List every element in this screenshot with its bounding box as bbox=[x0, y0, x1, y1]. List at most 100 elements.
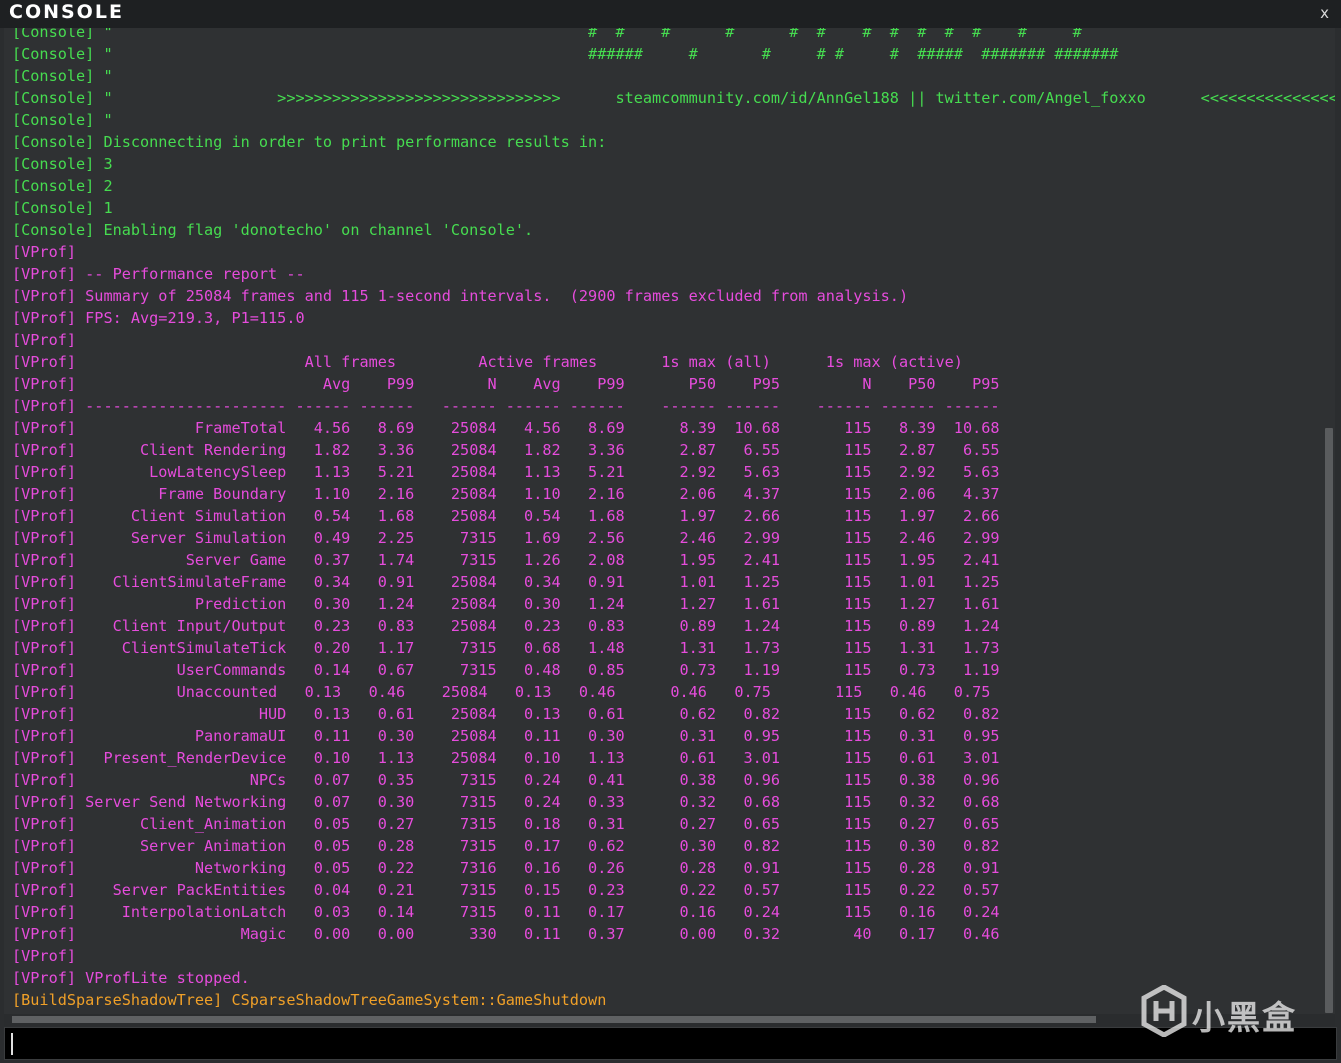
console-line: [VProf] -- Performance report -- bbox=[12, 263, 1335, 285]
console-line: [VProf] bbox=[12, 329, 1335, 351]
console-line: [VProf] Server Simulation 0.49 2.25 7315… bbox=[12, 527, 1335, 549]
console-line: [VProf] All frames Active frames 1s max … bbox=[12, 351, 1335, 373]
console-line: [VProf] Networking 0.05 0.22 7316 0.16 0… bbox=[12, 857, 1335, 879]
log-channel-tag: [VProf] bbox=[12, 925, 77, 943]
log-channel-tag: [Console] bbox=[12, 199, 95, 217]
log-message: " bbox=[94, 111, 113, 129]
console-line: [Console] 1 bbox=[12, 197, 1335, 219]
log-channel-tag: [VProf] bbox=[12, 507, 77, 525]
log-channel-tag: [VProf] bbox=[12, 837, 77, 855]
log-message: -- Performance report -- bbox=[76, 265, 305, 283]
log-channel-tag: [VProf] bbox=[12, 859, 77, 877]
log-channel-tag: [Console] bbox=[12, 45, 95, 63]
log-message: LowLatencySleep 1.13 5.21 25084 1.13 5.2… bbox=[76, 463, 1000, 481]
log-channel-tag: [Console] bbox=[12, 67, 95, 85]
console-line: [VProf] Client Simulation 0.54 1.68 2508… bbox=[12, 505, 1335, 527]
log-channel-tag: [Console] bbox=[12, 221, 95, 239]
log-message: Magic 0.00 0.00 330 0.11 0.37 0.00 0.32 … bbox=[76, 925, 1000, 943]
log-message: FrameTotal 4.56 8.69 25084 4.56 8.69 8.3… bbox=[76, 419, 1000, 437]
console-line: [VProf] Avg P99 N Avg P99 P50 P95 N P50 … bbox=[12, 373, 1335, 395]
log-channel-tag: [VProf] bbox=[12, 331, 77, 349]
log-message: Networking 0.05 0.22 7316 0.16 0.26 0.28… bbox=[76, 859, 1000, 877]
log-channel-tag: [Console] bbox=[12, 28, 95, 41]
log-message: Server Simulation 0.49 2.25 7315 1.69 2.… bbox=[76, 529, 1000, 547]
log-channel-tag: [VProf] bbox=[12, 287, 77, 305]
vertical-scrollbar[interactable] bbox=[1325, 428, 1333, 1013]
console-line: [VProf] Unaccounted 0.13 0.46 25084 0.13… bbox=[12, 681, 1335, 703]
console-line: [VProf] ---------------------- ------ --… bbox=[12, 395, 1335, 417]
console-line: [Console] " # # # # # # # # # # # # # bbox=[12, 28, 1335, 43]
console-line: [VProf] Client Input/Output 0.23 0.83 25… bbox=[12, 615, 1335, 637]
log-message: Summary of 25084 frames and 115 1-second… bbox=[76, 287, 909, 305]
log-channel-tag: [VProf] bbox=[12, 661, 77, 679]
log-message: 1 bbox=[94, 199, 113, 217]
log-channel-tag: [VProf] bbox=[12, 815, 77, 833]
console-line: [VProf] Magic 0.00 0.00 330 0.11 0.37 0.… bbox=[12, 923, 1335, 945]
log-channel-tag: [VProf] bbox=[12, 397, 77, 415]
log-message: Client Input/Output 0.23 0.83 25084 0.23… bbox=[76, 617, 1000, 635]
log-channel-tag: [VProf] bbox=[12, 749, 77, 767]
console-line: [VProf] Server Animation 0.05 0.28 7315 … bbox=[12, 835, 1335, 857]
log-channel-tag: [VProf] bbox=[12, 793, 77, 811]
horizontal-scrollbar-track[interactable] bbox=[4, 1014, 1335, 1026]
console-line: [VProf] Server Game 0.37 1.74 7315 1.26 … bbox=[12, 549, 1335, 571]
console-line: [VProf] ClientSimulateFrame 0.34 0.91 25… bbox=[12, 571, 1335, 593]
log-channel-tag: [Console] bbox=[12, 133, 95, 151]
log-message: 2 bbox=[94, 177, 113, 195]
console-input[interactable] bbox=[15, 1032, 1319, 1058]
log-channel-tag: [VProf] bbox=[12, 683, 77, 701]
log-channel-tag: [VProf] bbox=[12, 529, 77, 547]
console-line: [VProf] NPCs 0.07 0.35 7315 0.24 0.41 0.… bbox=[12, 769, 1335, 791]
log-message: Server PackEntities 0.04 0.21 7315 0.15 … bbox=[76, 881, 1000, 899]
log-message: NPCs 0.07 0.35 7315 0.24 0.41 0.38 0.96 … bbox=[76, 771, 1000, 789]
window-title: CONSOLE bbox=[9, 1, 124, 23]
xiaoheihe-logo-icon bbox=[1141, 985, 1187, 1037]
log-channel-tag: [Console] bbox=[12, 111, 95, 129]
console-output[interactable]: [Console] " # # # # # # # # # # # # # [Co… bbox=[4, 28, 1335, 1014]
horizontal-scrollbar[interactable] bbox=[12, 1016, 1096, 1023]
log-message: VProfLite stopped. bbox=[76, 969, 250, 987]
title-bar: CONSOLE x bbox=[0, 0, 1341, 28]
log-message: Enabling flag 'donotecho' on channel 'Co… bbox=[94, 221, 534, 239]
log-channel-tag: [VProf] bbox=[12, 353, 77, 371]
log-channel-tag: [VProf] bbox=[12, 463, 77, 481]
log-channel-tag: [VProf] bbox=[12, 573, 77, 591]
log-channel-tag: [VProf] bbox=[12, 243, 77, 261]
console-line: [VProf] InterpolationLatch 0.03 0.14 731… bbox=[12, 901, 1335, 923]
console-lines: [Console] " # # # # # # # # # # # # # [Co… bbox=[12, 28, 1335, 1011]
log-channel-tag: [VProf] bbox=[12, 903, 77, 921]
log-channel-tag: [Console] bbox=[12, 177, 95, 195]
log-message: Client_Animation 0.05 0.27 7315 0.18 0.3… bbox=[76, 815, 1000, 833]
console-input-bar[interactable] bbox=[4, 1027, 1337, 1060]
log-message: ClientSimulateFrame 0.34 0.91 25084 0.34… bbox=[76, 573, 1000, 591]
log-channel-tag: [BuildSparseShadowTree] bbox=[12, 991, 223, 1009]
console-line: [VProf] HUD 0.13 0.61 25084 0.13 0.61 0.… bbox=[12, 703, 1335, 725]
console-line: [VProf] Frame Boundary 1.10 2.16 25084 1… bbox=[12, 483, 1335, 505]
console-line: [VProf] FPS: Avg=219.3, P1=115.0 bbox=[12, 307, 1335, 329]
log-message: CSparseShadowTreeGameSystem::GameShutdow… bbox=[222, 991, 607, 1009]
close-icon[interactable]: x bbox=[1320, 4, 1329, 22]
log-channel-tag: [VProf] bbox=[12, 727, 77, 745]
log-channel-tag: [VProf] bbox=[12, 485, 77, 503]
log-channel-tag: [VProf] bbox=[12, 705, 77, 723]
log-channel-tag: [VProf] bbox=[12, 419, 77, 437]
watermark: 小黑盒 bbox=[1140, 985, 1310, 1037]
console-line: [Console] Disconnecting in order to prin… bbox=[12, 131, 1335, 153]
console-line: [Console] " bbox=[12, 65, 1335, 87]
log-message: Client Simulation 0.54 1.68 25084 0.54 1… bbox=[76, 507, 1000, 525]
console-line: [Console] " ###### # # # # # ##### #####… bbox=[12, 43, 1335, 65]
log-message: HUD 0.13 0.61 25084 0.13 0.61 0.62 0.82 … bbox=[76, 705, 1000, 723]
console-line: [VProf] ClientSimulateTick 0.20 1.17 731… bbox=[12, 637, 1335, 659]
console-line: [VProf] Server PackEntities 0.04 0.21 73… bbox=[12, 879, 1335, 901]
log-message: ClientSimulateTick 0.20 1.17 7315 0.68 1… bbox=[76, 639, 1000, 657]
console-line: [Console] 2 bbox=[12, 175, 1335, 197]
log-channel-tag: [VProf] bbox=[12, 947, 77, 965]
console-line: [Console] Enabling flag 'donotecho' on c… bbox=[12, 219, 1335, 241]
console-line: [VProf] PanoramaUI 0.11 0.30 25084 0.11 … bbox=[12, 725, 1335, 747]
log-message: Avg P99 N Avg P99 P50 P95 N P50 P95 bbox=[76, 375, 1000, 393]
log-channel-tag: [VProf] bbox=[12, 375, 77, 393]
log-channel-tag: [VProf] bbox=[12, 639, 77, 657]
console-line: [VProf] Summary of 25084 frames and 115 … bbox=[12, 285, 1335, 307]
console-line: [VProf] FrameTotal 4.56 8.69 25084 4.56 … bbox=[12, 417, 1335, 439]
log-message: Client Rendering 1.82 3.36 25084 1.82 3.… bbox=[76, 441, 1000, 459]
